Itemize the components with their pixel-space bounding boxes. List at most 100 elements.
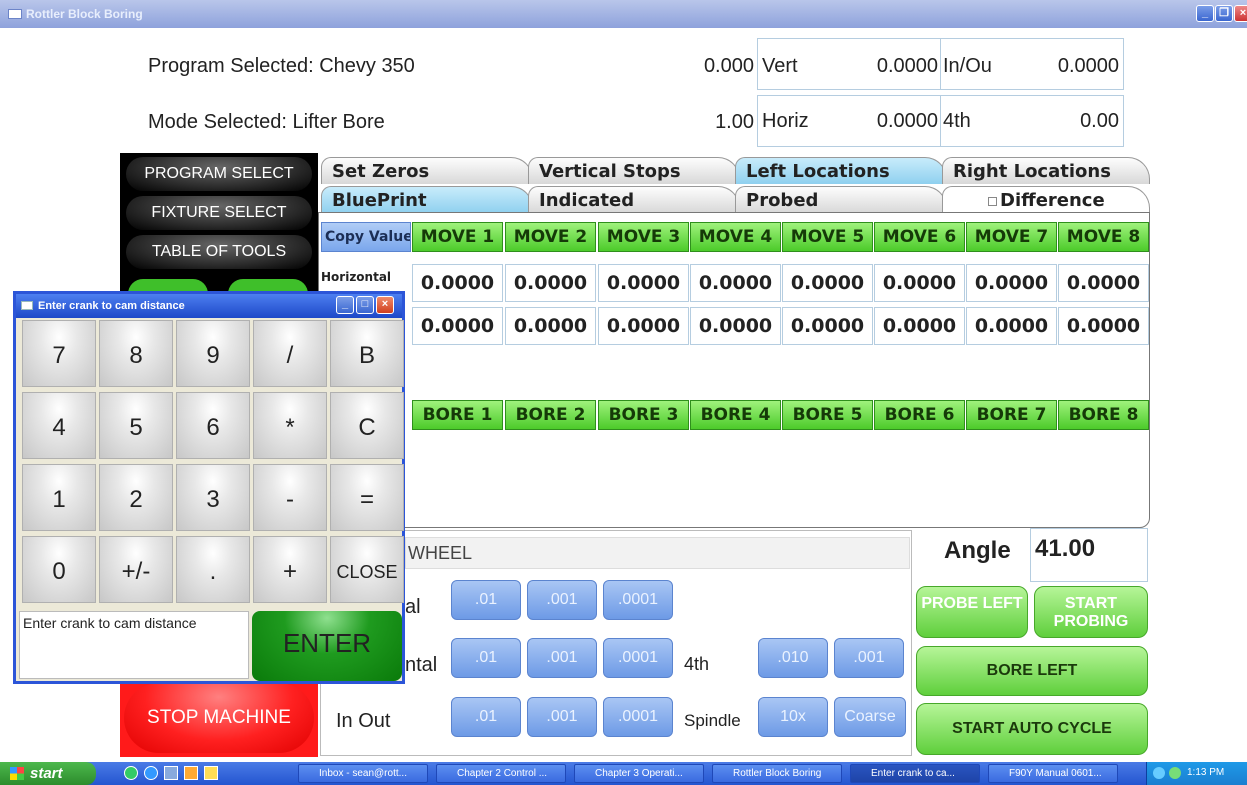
quick-launch-icon-2[interactable] [144,766,158,780]
horizontal-value-5[interactable]: 0.0000 [782,264,873,302]
task-enter-crank[interactable]: Enter crank to ca... [850,764,980,783]
prompt-field[interactable]: Enter crank to cam distance [19,611,249,679]
dialog-close-icon[interactable]: × [376,296,394,314]
move-4-button[interactable]: MOVE 4 [690,222,781,252]
bore-left-button[interactable]: BORE LEFT [916,646,1148,696]
spindle-10x-button[interactable]: 10x [758,697,828,737]
row1-step-01[interactable]: .01 [451,580,521,620]
horizontal-value-4[interactable]: 0.0000 [690,264,781,302]
angle-value[interactable]: 41.00 [1030,528,1148,582]
inout-step-0001[interactable]: .0001 [603,697,673,737]
bore-4-button[interactable]: BORE 4 [690,400,781,430]
task-rottler-block-boring[interactable]: Rottler Block Boring [712,764,842,783]
row2-value-1[interactable]: 0.0000 [412,307,503,345]
move-1-button[interactable]: MOVE 1 [412,222,503,252]
close-icon[interactable]: × [1234,5,1247,22]
row2-value-3[interactable]: 0.0000 [598,307,689,345]
key-equals[interactable]: = [330,464,404,531]
horizontal-value-8[interactable]: 0.0000 [1058,264,1149,302]
row1-step-001[interactable]: .001 [527,580,597,620]
key-1[interactable]: 1 [22,464,96,531]
key-4[interactable]: 4 [22,392,96,459]
dialog-minimize-icon[interactable]: _ [336,296,354,314]
probe-left-button[interactable]: PROBE LEFT [916,586,1028,638]
horizontal-value-7[interactable]: 0.0000 [966,264,1057,302]
move-2-button[interactable]: MOVE 2 [505,222,596,252]
move-6-button[interactable]: MOVE 6 [874,222,965,252]
move-3-button[interactable]: MOVE 3 [598,222,689,252]
key-b[interactable]: B [330,320,404,387]
row2-value-4[interactable]: 0.0000 [690,307,781,345]
start-auto-cycle-button[interactable]: START AUTO CYCLE [916,703,1148,755]
bore-8-button[interactable]: BORE 8 [1058,400,1149,430]
bore-7-button[interactable]: BORE 7 [966,400,1057,430]
tab-indicated[interactable]: Indicated [528,186,740,213]
spindle-coarse-button[interactable]: Coarse [834,697,906,737]
key-decimal[interactable]: . [176,536,250,603]
tab-left-locations[interactable]: Left Locations [735,157,947,184]
enter-button[interactable]: ENTER [252,611,402,681]
key-close[interactable]: CLOSE [330,536,404,603]
program-select-button[interactable]: PROGRAM SELECT [126,157,312,191]
bore-6-button[interactable]: BORE 6 [874,400,965,430]
stop-machine-button[interactable]: STOP MACHINE [124,683,314,753]
key-c[interactable]: C [330,392,404,459]
key-6[interactable]: 6 [176,392,250,459]
row2-step-0001[interactable]: .0001 [603,638,673,678]
tab-right-locations[interactable]: Right Locations [942,157,1150,184]
key-minus[interactable]: - [253,464,327,531]
horizontal-value-6[interactable]: 0.0000 [874,264,965,302]
quick-launch-icon-3[interactable] [164,766,178,780]
quick-launch-icon-1[interactable] [124,766,138,780]
copy-values-button[interactable]: Copy Values [321,222,411,252]
quick-launch-icon-4[interactable] [184,766,198,780]
horizontal-value-1[interactable]: 0.0000 [412,264,503,302]
difference-checkbox[interactable] [988,196,997,206]
row2-step-01[interactable]: .01 [451,638,521,678]
row2-value-5[interactable]: 0.0000 [782,307,873,345]
start-probing-button[interactable]: START PROBING [1034,586,1148,638]
start-button[interactable]: start [0,762,96,785]
key-multiply[interactable]: * [253,392,327,459]
horizontal-value-3[interactable]: 0.0000 [598,264,689,302]
task-inbox[interactable]: Inbox - sean@rott... [298,764,428,783]
key-0[interactable]: 0 [22,536,96,603]
inout-step-001[interactable]: .001 [527,697,597,737]
fixture-select-button[interactable]: FIXTURE SELECT [126,196,312,230]
move-7-button[interactable]: MOVE 7 [966,222,1057,252]
key-3[interactable]: 3 [176,464,250,531]
tray-icon-2[interactable] [1169,767,1181,779]
row2-value-6[interactable]: 0.0000 [874,307,965,345]
task-chapter-2[interactable]: Chapter 2 Control ... [436,764,566,783]
tab-set-zeros[interactable]: Set Zeros [321,157,533,184]
task-chapter-3[interactable]: Chapter 3 Operati... [574,764,704,783]
key-7[interactable]: 7 [22,320,96,387]
bore-1-button[interactable]: BORE 1 [412,400,503,430]
move-8-button[interactable]: MOVE 8 [1058,222,1149,252]
tab-difference[interactable]: Difference [942,186,1150,213]
row2-value-7[interactable]: 0.0000 [966,307,1057,345]
bore-3-button[interactable]: BORE 3 [598,400,689,430]
bore-5-button[interactable]: BORE 5 [782,400,873,430]
move-5-button[interactable]: MOVE 5 [782,222,873,252]
fourth-step-001[interactable]: .001 [834,638,904,678]
row1-step-0001[interactable]: .0001 [603,580,673,620]
key-2[interactable]: 2 [99,464,173,531]
key-plus[interactable]: + [253,536,327,603]
tray-icon-1[interactable] [1153,767,1165,779]
tab-probed[interactable]: Probed [735,186,947,213]
horizontal-value-2[interactable]: 0.0000 [505,264,596,302]
row2-value-8[interactable]: 0.0000 [1058,307,1149,345]
minimize-icon[interactable]: _ [1196,5,1214,22]
fourth-step-010[interactable]: .010 [758,638,828,678]
key-8[interactable]: 8 [99,320,173,387]
row2-step-001[interactable]: .001 [527,638,597,678]
key-5[interactable]: 5 [99,392,173,459]
quick-launch-icon-5[interactable] [204,766,218,780]
key-9[interactable]: 9 [176,320,250,387]
restore-icon[interactable]: ❐ [1215,5,1233,22]
row2-value-2[interactable]: 0.0000 [505,307,596,345]
dialog-maximize-icon[interactable]: □ [356,296,374,314]
tab-vertical-stops[interactable]: Vertical Stops [528,157,740,184]
table-of-tools-button[interactable]: TABLE OF TOOLS [126,235,312,269]
